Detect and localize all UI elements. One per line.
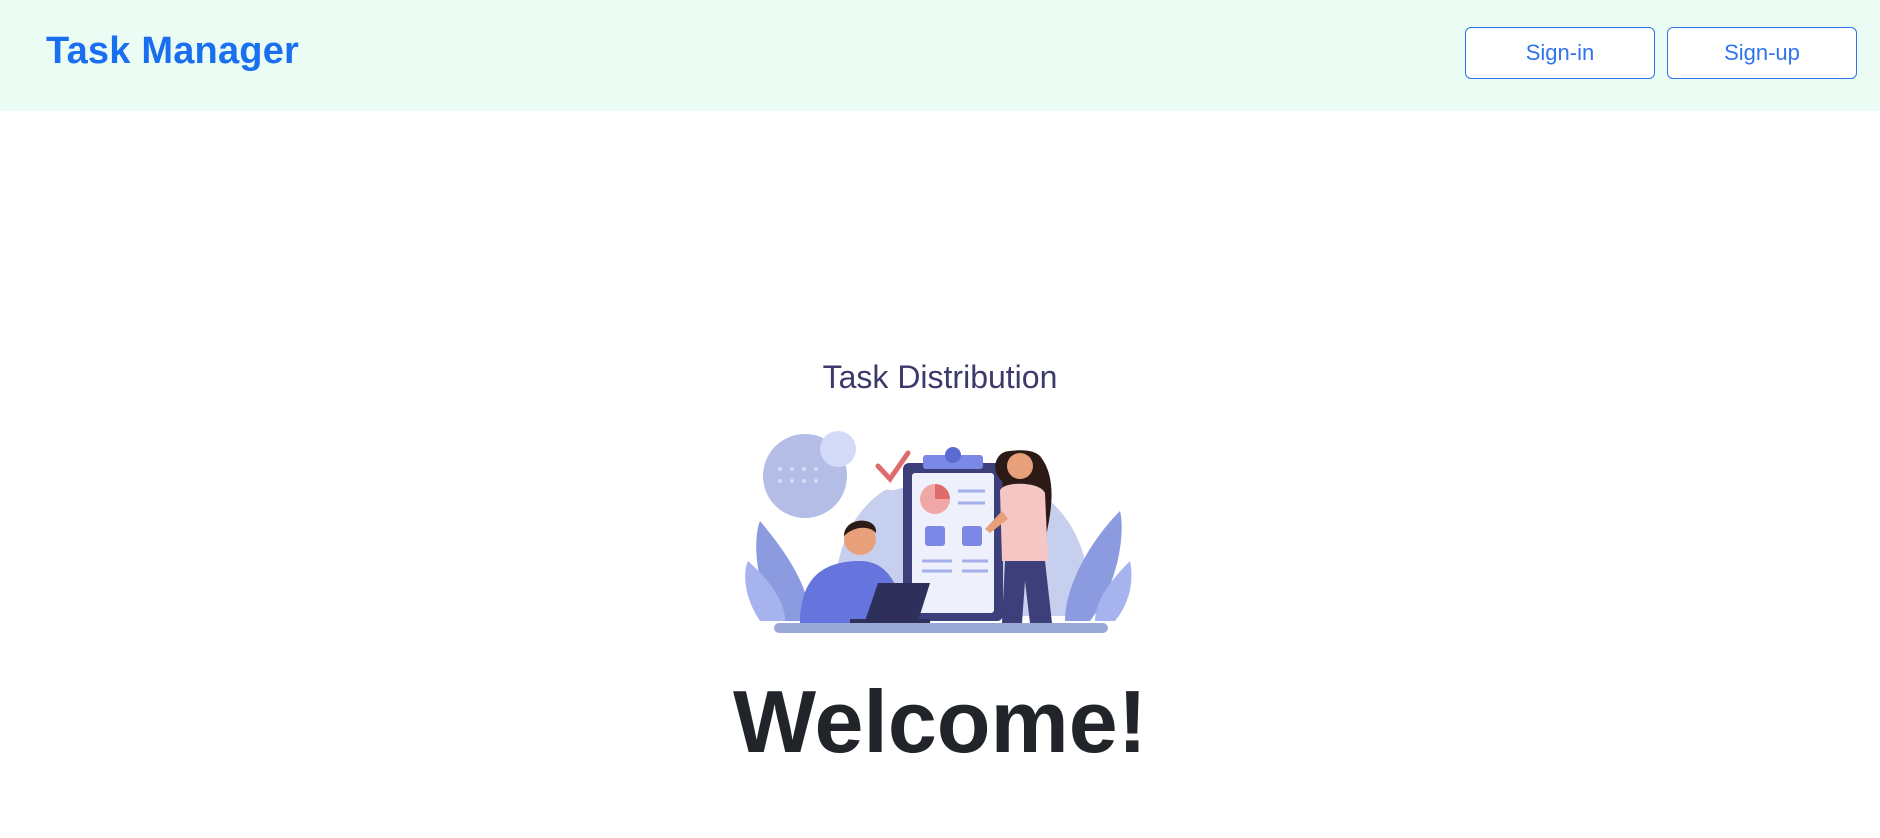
signup-button[interactable]: Sign-up: [1667, 27, 1857, 79]
hero-section: Task Distribution Welcome!: [0, 111, 1880, 838]
welcome-heading: Welcome!: [732, 672, 1148, 771]
brand-logo[interactable]: Task Manager: [46, 30, 299, 73]
task-distribution-illustration: [745, 431, 1132, 633]
illustration-title: Task Distribution: [822, 359, 1058, 395]
signin-button[interactable]: Sign-in: [1465, 27, 1655, 79]
navbar: Task Manager Sign-in Sign-up: [0, 0, 1880, 111]
